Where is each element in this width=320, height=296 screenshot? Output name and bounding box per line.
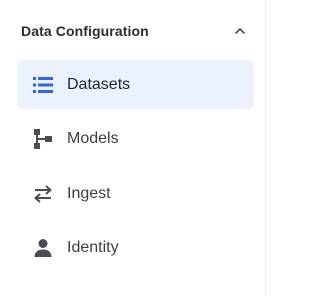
nav-item-label: Ingest bbox=[67, 184, 111, 202]
nav-list: Datasets Models Ingest Identity bbox=[17, 60, 254, 278]
nav-item-label: Models bbox=[67, 130, 119, 148]
swap-arrows-icon bbox=[32, 183, 54, 205]
section-header-data-configuration[interactable]: Data Configuration bbox=[21, 18, 251, 44]
nav-item-ingest[interactable]: Ingest bbox=[17, 169, 254, 218]
nav-item-label: Datasets bbox=[67, 75, 131, 93]
data-configuration-panel: Data Configuration Datasets Models Inges… bbox=[0, 0, 266, 296]
panel-divider bbox=[265, 0, 266, 296]
nav-item-models[interactable]: Models bbox=[17, 115, 254, 164]
nav-item-datasets[interactable]: Datasets bbox=[17, 60, 254, 109]
list-icon bbox=[32, 74, 54, 96]
section-title: Data Configuration bbox=[21, 23, 149, 39]
person-icon bbox=[32, 237, 54, 259]
nav-item-identity[interactable]: Identity bbox=[17, 224, 254, 273]
nav-item-label: Identity bbox=[67, 239, 119, 257]
hierarchy-icon bbox=[32, 128, 54, 150]
chevron-up-icon[interactable] bbox=[233, 24, 247, 38]
